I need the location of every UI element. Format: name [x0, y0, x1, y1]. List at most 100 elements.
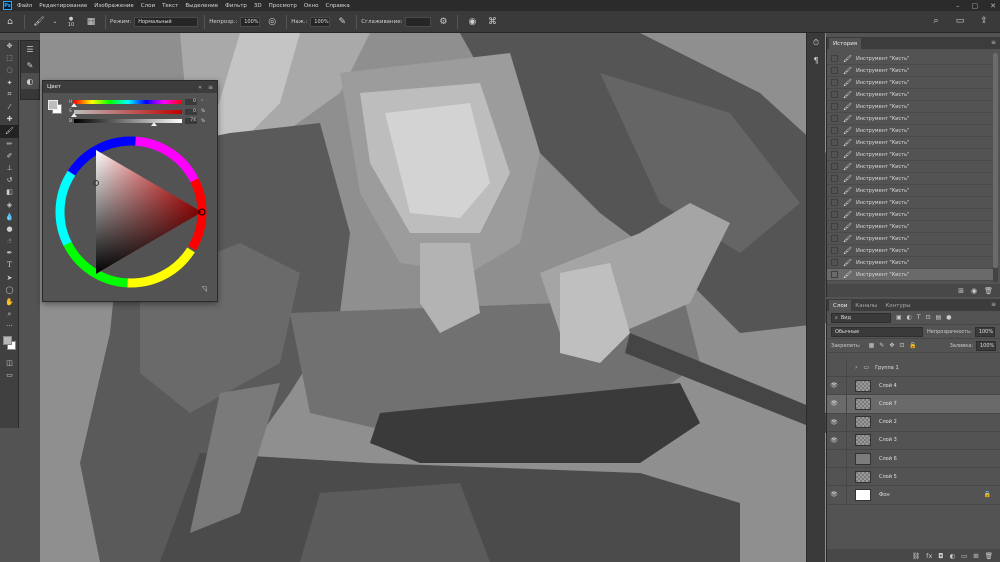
scroll-thumb[interactable]	[993, 53, 998, 268]
clone-stamp-icon[interactable]: ⊥	[0, 162, 19, 174]
pressure-size-icon[interactable]: ◉	[465, 15, 479, 29]
filter-shape-icon[interactable]: ⊡	[926, 314, 931, 321]
history-source-checkbox[interactable]	[831, 163, 838, 170]
history-step[interactable]: 🖌 Инструмент "Кисть"	[827, 125, 993, 137]
layer-row[interactable]: 👁 Слой 3	[827, 431, 1000, 450]
history-step[interactable]: 🖌 Инструмент "Кисть"	[827, 161, 993, 173]
snapshot-icon[interactable]: ◉	[971, 287, 977, 295]
slider-thumb[interactable]	[71, 112, 77, 117]
menu-filter[interactable]: Фильтр	[225, 3, 247, 9]
layer-name[interactable]: Слой 2	[879, 419, 1000, 425]
mixer-brush-icon[interactable]: ✐	[0, 150, 19, 162]
home-icon[interactable]: ⌂	[3, 15, 17, 29]
type-tool-icon[interactable]: T	[0, 259, 19, 271]
history-source-checkbox[interactable]	[831, 55, 838, 62]
layer-name[interactable]: Слой 6	[879, 456, 1000, 462]
layer-row[interactable]: 👁 Слой 4	[827, 376, 1000, 396]
panel-menu-icon[interactable]: ≡	[208, 84, 213, 91]
lock-position-icon[interactable]: ✥	[889, 342, 894, 349]
marquee-tool-icon[interactable]: ⬚	[0, 52, 19, 64]
history-step[interactable]: 🖌 Инструмент "Кисть"	[827, 269, 993, 281]
history-step[interactable]: 🖌 Инструмент "Кисть"	[827, 77, 993, 89]
history-source-checkbox[interactable]	[831, 127, 838, 134]
link-layers-icon[interactable]: ⛓	[912, 552, 920, 560]
quick-mask-icon[interactable]: ◫	[0, 357, 19, 369]
history-step[interactable]: 🖌 Инструмент "Кисть"	[827, 137, 993, 149]
eyedropper-icon[interactable]: ⁄	[0, 101, 19, 113]
visibility-eye-icon[interactable]: 👁	[827, 437, 841, 444]
layer-mask-icon[interactable]: ◘	[938, 552, 943, 560]
pen-tool-icon[interactable]: ✒	[0, 247, 19, 259]
new-layer-icon[interactable]: ⊞	[973, 552, 978, 560]
layer-row[interactable]: Слой 5	[827, 467, 1000, 487]
history-step[interactable]: 🖌 Инструмент "Кисть"	[827, 257, 993, 269]
workspace-icon[interactable]: ▭	[953, 14, 967, 28]
layer-filter-select[interactable]: ⌕ Вид	[831, 312, 891, 323]
symmetry-icon[interactable]: ⌘	[485, 15, 499, 29]
new-group-icon[interactable]: ▭	[961, 552, 967, 560]
history-source-checkbox[interactable]	[831, 139, 838, 146]
history-step[interactable]: 🖌 Инструмент "Кисть"	[827, 149, 993, 161]
brush-settings-panel-icon[interactable]: ☰	[21, 41, 39, 57]
blur-tool-icon[interactable]: 💧	[0, 211, 19, 223]
layer-row[interactable]: 👁 Фон 🔒	[827, 485, 1000, 505]
close-icon[interactable]: ✕	[990, 2, 996, 10]
filter-adjustment-icon[interactable]: ◐	[907, 314, 912, 321]
history-source-checkbox[interactable]	[831, 259, 838, 266]
history-source-checkbox[interactable]	[831, 67, 838, 74]
eraser-tool-icon[interactable]: ◧	[0, 186, 19, 198]
color-panel-tab[interactable]: Цвет	[47, 84, 61, 90]
history-source-checkbox[interactable]	[831, 79, 838, 86]
smudge-tool-icon[interactable]: ☝	[0, 235, 19, 247]
menu-help[interactable]: Справка	[325, 3, 349, 9]
history-source-checkbox[interactable]	[831, 235, 838, 242]
share-icon[interactable]: ⇪	[977, 14, 991, 28]
new-document-from-state-icon[interactable]: ⊞	[958, 287, 964, 295]
tab-paths[interactable]: Контуры	[881, 300, 914, 311]
opacity-input[interactable]: 100%	[240, 16, 261, 27]
layer-style-icon[interactable]: fx	[926, 552, 932, 560]
hue-value[interactable]: 0	[185, 99, 197, 105]
pressure-opacity-icon[interactable]: ◎	[265, 15, 279, 29]
history-step[interactable]: 🖌 Инструмент "Кисть"	[827, 197, 993, 209]
path-select-icon[interactable]: ➤	[0, 272, 19, 284]
brush-settings-icon[interactable]: ▦	[84, 15, 98, 29]
adjustment-layer-icon[interactable]: ◐	[949, 552, 955, 560]
airbrush-icon[interactable]: ✎	[335, 15, 349, 29]
lock-artboard-icon[interactable]: ⊡	[899, 342, 904, 349]
history-step[interactable]: 🖌 Инструмент "Кисть"	[827, 245, 993, 257]
dodge-tool-icon[interactable]: ●	[0, 223, 19, 235]
history-source-checkbox[interactable]	[831, 199, 838, 206]
layer-row[interactable]: › ▭ Группа 1	[827, 358, 1000, 378]
brush-tool-icon[interactable]: 🖌	[0, 125, 19, 138]
filter-pixel-icon[interactable]: ▣	[896, 314, 902, 321]
history-step[interactable]: 🖌 Инструмент "Кисть"	[827, 209, 993, 221]
maximize-icon[interactable]: ▢	[972, 2, 979, 10]
history-source-checkbox[interactable]	[831, 91, 838, 98]
history-source-checkbox[interactable]	[831, 103, 838, 110]
visibility-eye-icon[interactable]: 👁	[827, 491, 841, 498]
menu-window[interactable]: Окно	[304, 3, 319, 9]
history-source-checkbox[interactable]	[831, 115, 838, 122]
trash-icon[interactable]: 🗑	[984, 287, 993, 295]
menu-image[interactable]: Изображение	[94, 3, 134, 9]
layer-row[interactable]: Слой 6	[827, 449, 1000, 469]
layer-name[interactable]: Слой 4	[879, 383, 1000, 389]
history-step[interactable]: 🖌 Инструмент "Кисть"	[827, 233, 993, 245]
lock-all-icon[interactable]: 🔒	[909, 342, 916, 349]
lock-transparency-icon[interactable]: ▦	[869, 342, 875, 349]
lock-pixels-icon[interactable]: ✎	[879, 342, 884, 349]
history-step[interactable]: 🖌 Инструмент "Кисть"	[827, 113, 993, 125]
color-panel-corner-icon[interactable]: ◹	[202, 285, 207, 293]
menu-3d[interactable]: 3D	[254, 3, 262, 9]
menu-edit[interactable]: Редактирование	[39, 3, 87, 9]
layer-row[interactable]: 👁 Слой 7	[827, 394, 1000, 414]
layer-name[interactable]: Группа 1	[875, 365, 1000, 371]
history-step[interactable]: 🖌 Инструмент "Кисть"	[827, 53, 993, 65]
pencil-tool-icon[interactable]: ✏	[0, 138, 19, 150]
history-step[interactable]: 🖌 Инструмент "Кисть"	[827, 101, 993, 113]
filter-type-icon[interactable]: T	[917, 314, 921, 321]
healing-brush-icon[interactable]: ✚	[0, 113, 19, 125]
visibility-eye-icon[interactable]: 👁	[827, 419, 841, 426]
history-source-checkbox[interactable]	[831, 175, 838, 182]
